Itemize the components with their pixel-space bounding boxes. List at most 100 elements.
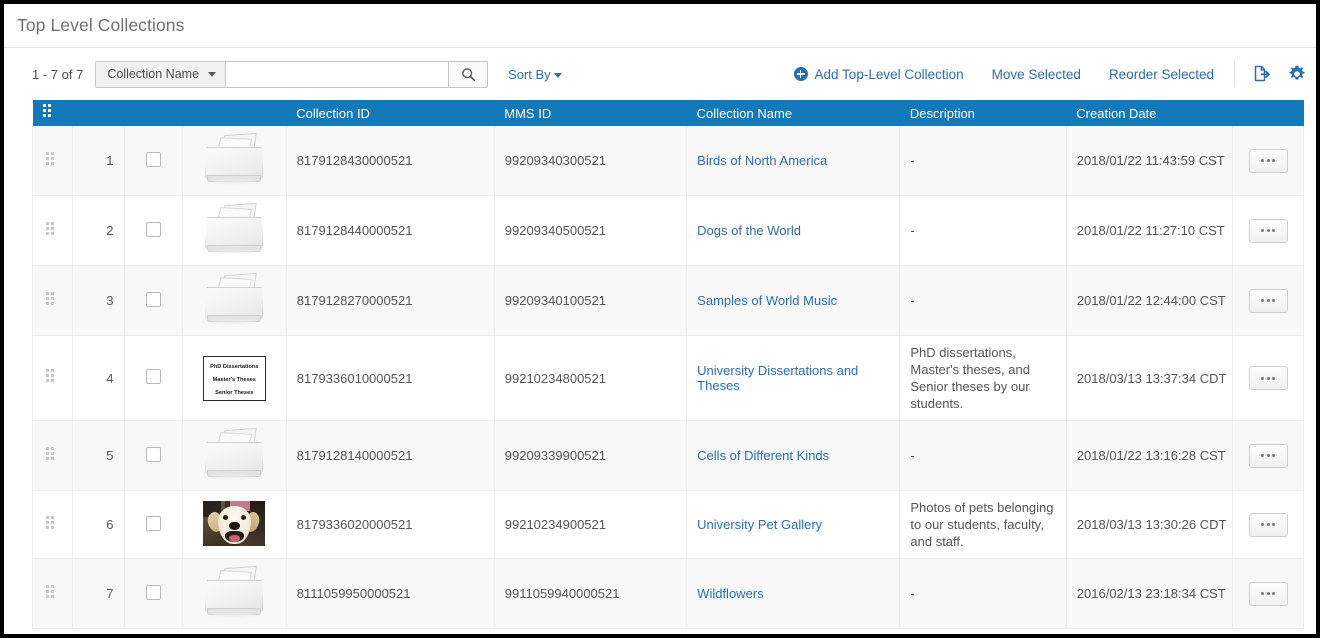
row-checkbox[interactable]: [145, 291, 161, 307]
row-checkbox-cell[interactable]: [123, 558, 183, 629]
search-field-select-label: Collection Name: [107, 67, 200, 81]
row-drag-handle[interactable]: [32, 126, 73, 196]
row-checkbox[interactable]: [145, 369, 161, 384]
row-checkbox-cell[interactable]: [123, 265, 183, 336]
row-actions-button[interactable]: [1248, 581, 1288, 606]
table-container: Collection ID MMS ID Collection Name Des…: [4, 100, 1316, 629]
row-actions-cell[interactable]: [1232, 558, 1304, 629]
row-thumbnail-cell: [181, 265, 287, 336]
column-header-reorder[interactable]: [32, 100, 73, 126]
row-thumbnail-cell: PhD Dissertations Master's Theses Senior T…: [181, 335, 287, 421]
row-drag-handle[interactable]: [32, 265, 73, 336]
row-number: 1: [71, 126, 125, 196]
table-row[interactable]: 5 8179128140000521 99209339900521 Cells of …: [32, 420, 1304, 491]
column-header-select: [124, 100, 183, 126]
row-actions-cell[interactable]: [1232, 265, 1304, 336]
column-header-thumbnail: [182, 100, 287, 126]
row-checkbox-cell[interactable]: [123, 195, 183, 266]
export-button[interactable]: [1253, 65, 1270, 83]
row-checkbox-cell[interactable]: [123, 126, 183, 196]
collection-thumbnail-default-icon[interactable]: [203, 202, 265, 254]
row-actions-button[interactable]: [1248, 512, 1288, 537]
cell-collection-name[interactable]: Cells of Different Kinds: [686, 420, 901, 491]
collection-thumbnail-default-icon[interactable]: [203, 565, 265, 617]
search-input[interactable]: [226, 60, 449, 88]
sort-by-button[interactable]: Sort By: [508, 67, 562, 82]
column-header-mms-id[interactable]: MMS ID: [494, 100, 687, 126]
gear-icon: [1289, 65, 1305, 80]
cell-collection-id: 8179128270000521: [285, 265, 495, 336]
cell-collection-name[interactable]: University Dissertations and Theses: [686, 335, 901, 421]
move-selected-button[interactable]: Move Selected: [992, 67, 1081, 82]
settings-button[interactable]: [1288, 65, 1306, 83]
row-drag-handle[interactable]: [32, 490, 73, 559]
collection-name-link[interactable]: Dogs of the World: [697, 223, 801, 238]
column-header-description[interactable]: Description: [899, 100, 1067, 126]
table-row[interactable]: 1 8179128430000521 99209340300521 Birds of …: [32, 126, 1304, 196]
row-checkbox[interactable]: [145, 584, 161, 600]
collection-thumbnail-photo[interactable]: [203, 500, 266, 546]
collection-name-link[interactable]: University Dissertations and Theses: [697, 363, 858, 393]
chevron-down-icon: [553, 72, 562, 78]
collection-name-link[interactable]: University Pet Gallery: [697, 517, 822, 532]
table-row[interactable]: 4 PhD Dissertations Master's Theses Senior …: [32, 335, 1304, 421]
collection-thumbnail-text-slide[interactable]: PhD Dissertations Master's Theses Senior T…: [202, 355, 266, 401]
cell-collection-id: 8111059950000521: [285, 558, 495, 629]
row-actions-cell[interactable]: [1232, 195, 1304, 266]
collections-table: Collection ID MMS ID Collection Name Des…: [32, 100, 1304, 629]
collection-name-link[interactable]: Birds of North America: [697, 153, 827, 168]
collection-name-link[interactable]: Wildflowers: [697, 586, 763, 601]
row-actions-cell[interactable]: [1232, 420, 1304, 491]
row-checkbox[interactable]: [145, 446, 161, 462]
cell-collection-name[interactable]: Wildflowers: [686, 558, 901, 629]
row-drag-handle[interactable]: [32, 335, 73, 421]
row-checkbox-cell[interactable]: [123, 490, 183, 559]
search-button[interactable]: [448, 60, 489, 88]
cell-mms-id: 9911059940000521: [493, 558, 688, 629]
table-row[interactable]: 3 8179128270000521 99209340100521 Samples o…: [32, 265, 1304, 336]
row-checkbox-cell[interactable]: [123, 335, 183, 421]
cell-mms-id: 99209340300521: [493, 126, 688, 196]
row-actions-button[interactable]: [1248, 288, 1288, 313]
table-row[interactable]: 2 8179128440000521 99209340500521 Dogs of t…: [32, 195, 1304, 266]
row-drag-handle[interactable]: [32, 558, 73, 629]
row-actions-cell[interactable]: [1232, 335, 1304, 421]
cell-description: PhD dissertations, Master's theses, and …: [899, 335, 1067, 421]
result-count: 1 - 7 of 7: [32, 66, 84, 82]
cell-collection-name[interactable]: Samples of World Music: [686, 265, 901, 336]
row-drag-handle[interactable]: [32, 420, 73, 491]
search-field-select[interactable]: Collection Name: [95, 60, 227, 88]
page-title: Top Level Collections: [17, 15, 185, 35]
cell-mms-id: 99210234800521: [493, 335, 688, 421]
column-header-collection-id[interactable]: Collection ID: [286, 100, 495, 126]
cell-collection-id: 8179336010000521: [285, 335, 495, 421]
row-actions-cell[interactable]: [1232, 490, 1304, 559]
row-checkbox[interactable]: [145, 151, 161, 167]
cell-collection-name[interactable]: Dogs of the World: [686, 195, 901, 266]
table-row[interactable]: 7 8111059950000521 9911059940000521 Wildflo…: [32, 558, 1304, 629]
column-header-collection-name[interactable]: Collection Name: [686, 100, 900, 126]
row-actions-button[interactable]: [1248, 148, 1288, 173]
add-top-level-collection-button[interactable]: Add Top-Level Collection: [793, 67, 964, 82]
row-checkbox-cell[interactable]: [123, 420, 183, 491]
drag-handle-icon: [46, 221, 58, 237]
cell-collection-name[interactable]: Birds of North America: [686, 126, 901, 196]
row-actions-button[interactable]: [1248, 218, 1288, 243]
row-actions-button[interactable]: [1248, 443, 1288, 468]
search-group: Collection Name: [95, 60, 489, 88]
row-actions-cell[interactable]: [1232, 126, 1304, 196]
reorder-selected-button[interactable]: Reorder Selected: [1109, 67, 1214, 82]
collection-name-link[interactable]: Cells of Different Kinds: [697, 448, 829, 463]
row-checkbox[interactable]: [145, 221, 161, 237]
cell-collection-name[interactable]: University Pet Gallery: [686, 490, 901, 559]
table-row[interactable]: 6 8179336020000521 99210234900521 Universit…: [32, 490, 1304, 559]
collection-thumbnail-default-icon[interactable]: [203, 272, 265, 324]
chevron-down-icon: [208, 71, 217, 77]
row-drag-handle[interactable]: [32, 195, 73, 266]
collection-thumbnail-default-icon[interactable]: [203, 132, 265, 184]
collection-thumbnail-default-icon[interactable]: [203, 427, 265, 479]
row-checkbox[interactable]: [145, 515, 161, 531]
column-header-creation-date[interactable]: Creation Date: [1066, 100, 1233, 126]
row-actions-button[interactable]: [1248, 366, 1288, 390]
collection-name-link[interactable]: Samples of World Music: [697, 293, 837, 308]
